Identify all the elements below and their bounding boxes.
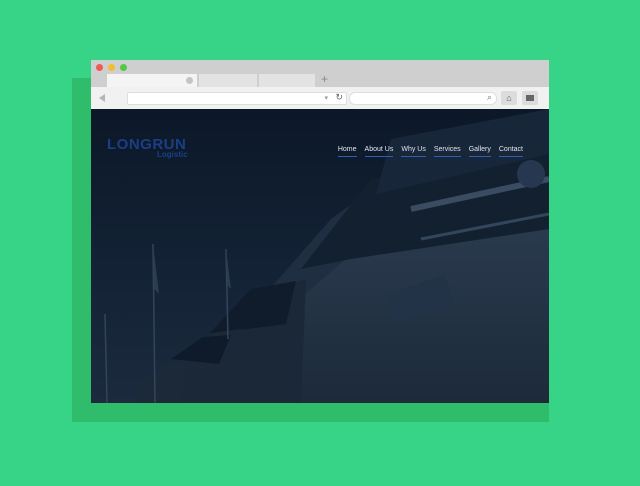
hero-section: LONGRUN Logistic Home About Us Why Us Se… (91, 109, 549, 403)
nav-about-us[interactable]: About Us (364, 145, 394, 157)
search-icon[interactable]: ⌕ (487, 92, 492, 103)
nav-why-us[interactable]: Why Us (401, 145, 426, 157)
address-bar[interactable]: ▾ ↻ (127, 92, 347, 105)
menu-icon (526, 95, 534, 101)
browser-tab[interactable] (259, 74, 315, 87)
home-icon: ⌂ (506, 93, 512, 103)
tab-close-icon[interactable] (186, 77, 193, 84)
browser-tab[interactable] (199, 74, 257, 87)
dropdown-caret-icon[interactable]: ▾ (324, 94, 328, 102)
browser-titlebar: + (91, 60, 549, 87)
maximize-window-icon[interactable] (120, 64, 127, 71)
browser-tab-active[interactable] (107, 74, 197, 87)
search-field[interactable]: ⌕ (349, 92, 497, 105)
minimize-window-icon[interactable] (108, 64, 115, 71)
browser-window: + ▾ ↻ ⌕ ⌂ LONGRUN Logistic Home About Us… (91, 60, 549, 403)
nav-home[interactable]: Home (337, 145, 357, 157)
new-tab-icon[interactable]: + (321, 73, 328, 85)
main-nav: Home About Us Why Us Services Gallery Co… (337, 145, 523, 157)
logo-subtext: Logistic (157, 150, 188, 159)
site-logo[interactable]: LONGRUN Logistic (107, 137, 188, 159)
nav-gallery[interactable]: Gallery (468, 145, 491, 157)
back-arrow-icon[interactable] (99, 94, 105, 102)
close-window-icon[interactable] (96, 64, 103, 71)
nav-services[interactable]: Services (433, 145, 461, 157)
menu-button[interactable] (522, 91, 538, 105)
nav-contact[interactable]: Contact (498, 145, 523, 157)
reload-icon[interactable]: ↻ (335, 92, 343, 103)
browser-toolbar: ▾ ↻ ⌕ ⌂ (91, 87, 549, 110)
home-button[interactable]: ⌂ (501, 91, 517, 105)
